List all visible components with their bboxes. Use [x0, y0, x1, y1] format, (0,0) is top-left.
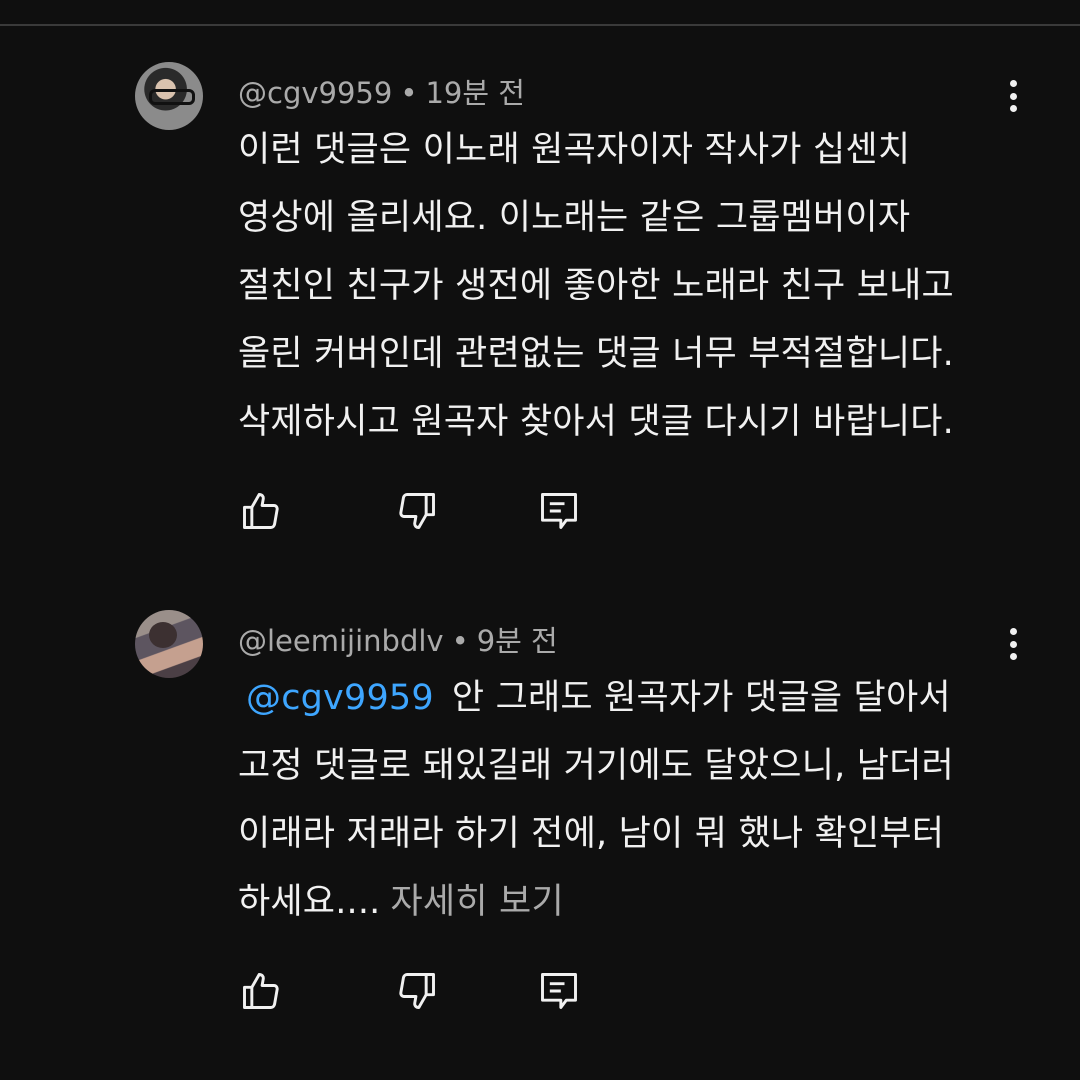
comment-actions [238, 488, 598, 536]
comment-meta: @cgv9959 • 19분 전 [238, 70, 525, 112]
timestamp[interactable]: 19분 전 [425, 76, 524, 110]
timestamp[interactable]: 9분 전 [477, 624, 558, 658]
comment-text: @cgv9959 안 그래도 원곡자가 댓글을 달아서 고정 댓글로 돼있길래 거… [238, 664, 1018, 936]
avatar[interactable] [135, 62, 203, 130]
comment-line: 이래라 저래라 하기 전에, 남이 뭐 했나 확인부터 [238, 814, 945, 854]
reply-button[interactable] [536, 968, 582, 1014]
comment-line: 절친인 친구가 생전에 좋아한 노래라 친구 보내고 [238, 266, 954, 306]
thumb-down-icon [399, 973, 435, 1009]
comment-line: 하세요.... 자세히 보기 [238, 868, 1018, 936]
like-button[interactable] [238, 968, 284, 1014]
more-vertical-icon[interactable] [1000, 622, 1026, 666]
dislike-button[interactable] [394, 488, 440, 534]
meta-separator: • [451, 624, 469, 658]
author-name[interactable]: @leemijinbdlv [238, 624, 444, 658]
top-divider [0, 24, 1080, 26]
comment-text: 이런 댓글은 이노래 원곡자이자 작사가 십센치 영상에 올리세요. 이노래는 … [238, 116, 1018, 456]
comment-line: @cgv9959 안 그래도 원곡자가 댓글을 달아서 [238, 664, 1018, 732]
reply-button[interactable] [536, 488, 582, 534]
comment-reply-icon [541, 973, 577, 1009]
comment-line: 고정 댓글로 돼있길래 거기에도 달았으니, 남더러 [238, 746, 954, 786]
comment-line: 이런 댓글은 이노래 원곡자이자 작사가 십센치 [238, 130, 911, 170]
avatar[interactable] [135, 610, 203, 678]
comment-line: 삭제하시고 원곡자 찾아서 댓글 다시기 바랍니다. [238, 402, 954, 442]
comment-line: 올린 커버인데 관련없는 댓글 너무 부적절합니다. [238, 334, 954, 374]
comment-line: 영상에 올리세요. 이노래는 같은 그룹멤버이자 [238, 198, 911, 238]
comment-meta: @leemijinbdlv • 9분 전 [238, 618, 558, 660]
comment-actions [238, 968, 598, 1016]
dislike-button[interactable] [394, 968, 440, 1014]
author-name[interactable]: @cgv9959 [238, 76, 392, 110]
comment-reply-icon [541, 493, 577, 529]
thumb-up-icon [243, 493, 279, 529]
meta-separator: • [400, 76, 418, 110]
mention-link[interactable]: @cgv9959 [246, 678, 434, 718]
like-button[interactable] [238, 488, 284, 534]
thumb-up-icon [243, 973, 279, 1009]
thumb-down-icon [399, 493, 435, 529]
read-more-link[interactable]: 자세히 보기 [391, 882, 564, 922]
comment-line-rest: 안 그래도 원곡자가 댓글을 달아서 [451, 678, 951, 718]
more-vertical-icon[interactable] [1000, 74, 1026, 118]
comment-line-last: 하세요.... [238, 882, 381, 922]
